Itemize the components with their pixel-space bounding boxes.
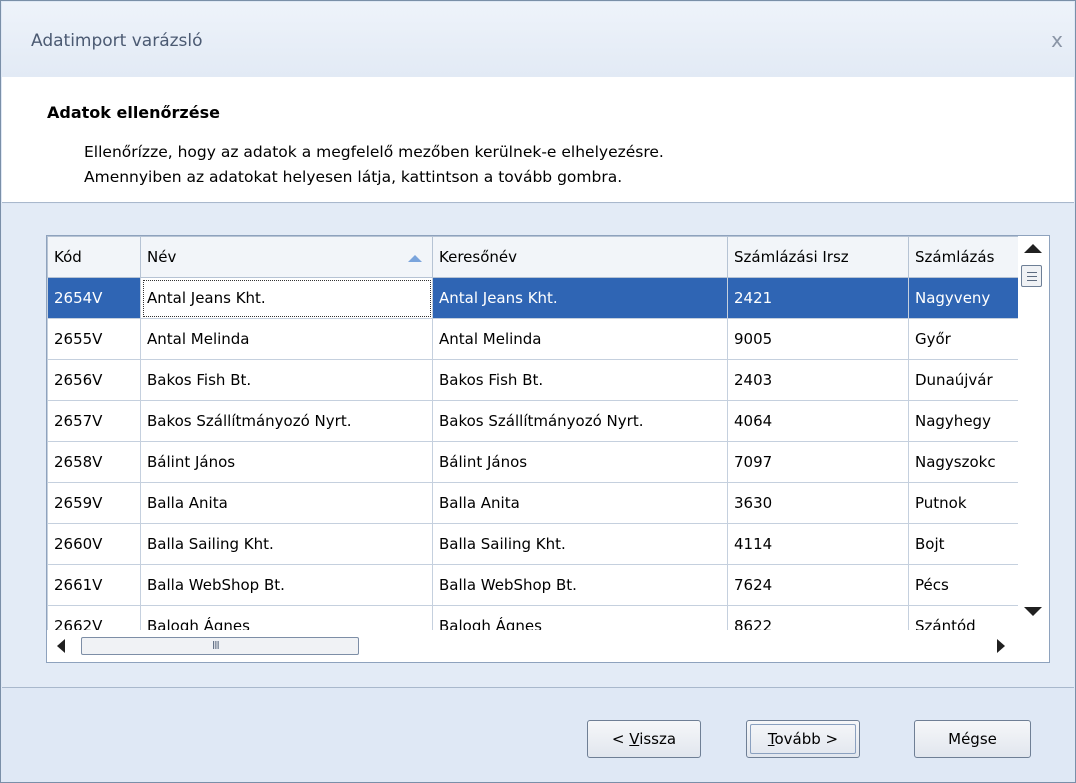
column-header-label: Számlázási Irsz <box>734 248 849 266</box>
scroll-grip: III <box>212 639 220 652</box>
table-cell[interactable]: 2659V <box>47 482 141 524</box>
table-cell[interactable]: 3630 <box>727 482 909 524</box>
table-row[interactable]: 2657V Bakos Szállítmányozó Nyrt. Bakos Szá… <box>47 400 1019 442</box>
table-cell[interactable]: 2403 <box>727 359 909 401</box>
horizontal-scrollbar[interactable]: III <box>47 630 1018 662</box>
cancel-button[interactable]: Mégse <box>914 720 1031 758</box>
back-button-prefix: < <box>611 730 630 748</box>
close-icon[interactable]: x <box>1047 30 1067 50</box>
table-cell[interactable]: 9005 <box>727 318 909 360</box>
table-cell[interactable]: Nagyhegy <box>908 400 1019 442</box>
column-header-label: Név <box>147 248 177 266</box>
table-cell[interactable]: 2657V <box>47 400 141 442</box>
title-bar: Adatimport varázsló x <box>2 2 1074 77</box>
wizard-content: Kód Név Keresőnév Számlázási Irsz Számlázás … <box>2 204 1074 688</box>
column-header[interactable]: Kód <box>47 236 141 278</box>
table-cell[interactable]: Bálint János <box>140 441 433 483</box>
column-header[interactable]: Számlázás <box>908 236 1019 278</box>
table-row[interactable]: 2656V Bakos Fish Bt. Bakos Fish Bt. 2403 Dun… <box>47 359 1019 401</box>
table-cell[interactable]: Antal Melinda <box>140 318 433 360</box>
column-header[interactable]: Név <box>140 236 433 278</box>
back-button-rest: issza <box>639 730 677 748</box>
table-cell[interactable]: 4114 <box>727 523 909 565</box>
table-cell[interactable]: 2654V <box>47 277 141 319</box>
column-header-label: Keresőnév <box>439 248 517 266</box>
vertical-scroll-thumb[interactable] <box>1021 265 1042 287</box>
scroll-right-icon[interactable] <box>997 639 1005 653</box>
table-cell[interactable]: 2661V <box>47 564 141 606</box>
scroll-down-icon[interactable] <box>1024 607 1042 616</box>
table-cell[interactable]: Nagyszokc <box>908 441 1019 483</box>
step-description-line2: Amennyiben az adatokat helyesen látja, k… <box>84 168 623 186</box>
table-cell[interactable]: 2655V <box>47 318 141 360</box>
table-cell[interactable]: Pécs <box>908 564 1019 606</box>
back-button-hotkey: V <box>629 730 640 748</box>
data-grid[interactable]: Kód Név Keresőnév Számlázási Irsz Számlázás … <box>46 235 1050 663</box>
wizard-header: Adatok ellenőrzése Ellenőrízze, hogy az … <box>2 77 1074 203</box>
vertical-scrollbar[interactable] <box>1018 236 1049 630</box>
table-cell[interactable]: 7097 <box>727 441 909 483</box>
table-row[interactable]: 2658V Bálint János Bálint János 7097 Nagyszo… <box>47 441 1019 483</box>
horizontal-scroll-thumb[interactable]: III <box>81 637 359 655</box>
scroll-left-icon[interactable] <box>57 639 65 653</box>
table-cell[interactable]: Antal Jeans Kht. <box>140 277 433 319</box>
table-cell[interactable]: Antal Melinda <box>432 318 728 360</box>
table-cell[interactable]: Antal Jeans Kht. <box>432 277 728 319</box>
table-cell[interactable]: Bakos Fish Bt. <box>432 359 728 401</box>
table-cell[interactable]: 2656V <box>47 359 141 401</box>
table-cell[interactable]: 4064 <box>727 400 909 442</box>
table-row[interactable]: 2655V Antal Melinda Antal Melinda 9005 Győr <box>47 318 1019 360</box>
table-cell[interactable]: Balla Sailing Kht. <box>140 523 433 565</box>
column-header[interactable]: Számlázási Irsz <box>727 236 909 278</box>
header-row: Kód Név Keresőnév Számlázási Irsz Számlázás <box>47 236 1019 278</box>
sort-ascending-icon <box>408 255 422 262</box>
column-header-label: Kód <box>54 248 82 266</box>
data-table: Kód Név Keresőnév Számlázási Irsz Számlázás … <box>47 236 1019 647</box>
column-header[interactable]: Keresőnév <box>432 236 728 278</box>
table-cell[interactable]: Dunaújvár <box>908 359 1019 401</box>
wizard-footer: < Vissza Tovább > Mégse <box>2 689 1074 782</box>
table-cell[interactable]: 2421 <box>727 277 909 319</box>
table-cell[interactable]: 2658V <box>47 441 141 483</box>
table-cell[interactable]: Bakos Szállítmányozó Nyrt. <box>432 400 728 442</box>
table-cell[interactable]: Balla Anita <box>140 482 433 524</box>
table-cell[interactable]: 2660V <box>47 523 141 565</box>
table-row[interactable]: 2660V Balla Sailing Kht. Balla Sailing Kht… <box>47 523 1019 565</box>
table-cell[interactable]: Győr <box>908 318 1019 360</box>
table-cell[interactable]: Bálint János <box>432 441 728 483</box>
next-button[interactable]: Tovább > <box>746 720 860 758</box>
table-row[interactable]: 2661V Balla WebShop Bt. Balla WebShop Bt. 7… <box>47 564 1019 606</box>
wizard-window: Adatimport varázsló x Adatok ellenőrzése… <box>0 0 1076 783</box>
step-title: Adatok ellenőrzése <box>47 103 220 122</box>
column-header-label: Számlázás <box>915 248 995 266</box>
back-button[interactable]: < Vissza <box>587 720 701 758</box>
scrollbar-corner <box>1018 630 1049 662</box>
step-description-line1: Ellenőrízze, hogy az adatok a megfelelő … <box>84 143 664 161</box>
table-cell[interactable]: 7624 <box>727 564 909 606</box>
table-cell[interactable]: Balla WebShop Bt. <box>140 564 433 606</box>
table-cell[interactable]: Nagyveny <box>908 277 1019 319</box>
default-focus-ring <box>750 724 856 754</box>
scroll-up-icon[interactable] <box>1024 244 1042 253</box>
table-cell[interactable]: Putnok <box>908 482 1019 524</box>
table-cell[interactable]: Balla Sailing Kht. <box>432 523 728 565</box>
table-row[interactable]: 2654V Antal Jeans Kht. Antal Jeans Kht. 242… <box>47 277 1019 319</box>
table-cell[interactable]: Balla Anita <box>432 482 728 524</box>
table-cell[interactable]: Bakos Fish Bt. <box>140 359 433 401</box>
table-row[interactable]: 2659V Balla Anita Balla Anita 3630 Putnok <box>47 482 1019 524</box>
table-cell[interactable]: Bakos Szállítmányozó Nyrt. <box>140 400 433 442</box>
table-cell[interactable]: Balla WebShop Bt. <box>432 564 728 606</box>
table-cell[interactable]: Bojt <box>908 523 1019 565</box>
window-title: Adatimport varázsló <box>31 31 203 51</box>
